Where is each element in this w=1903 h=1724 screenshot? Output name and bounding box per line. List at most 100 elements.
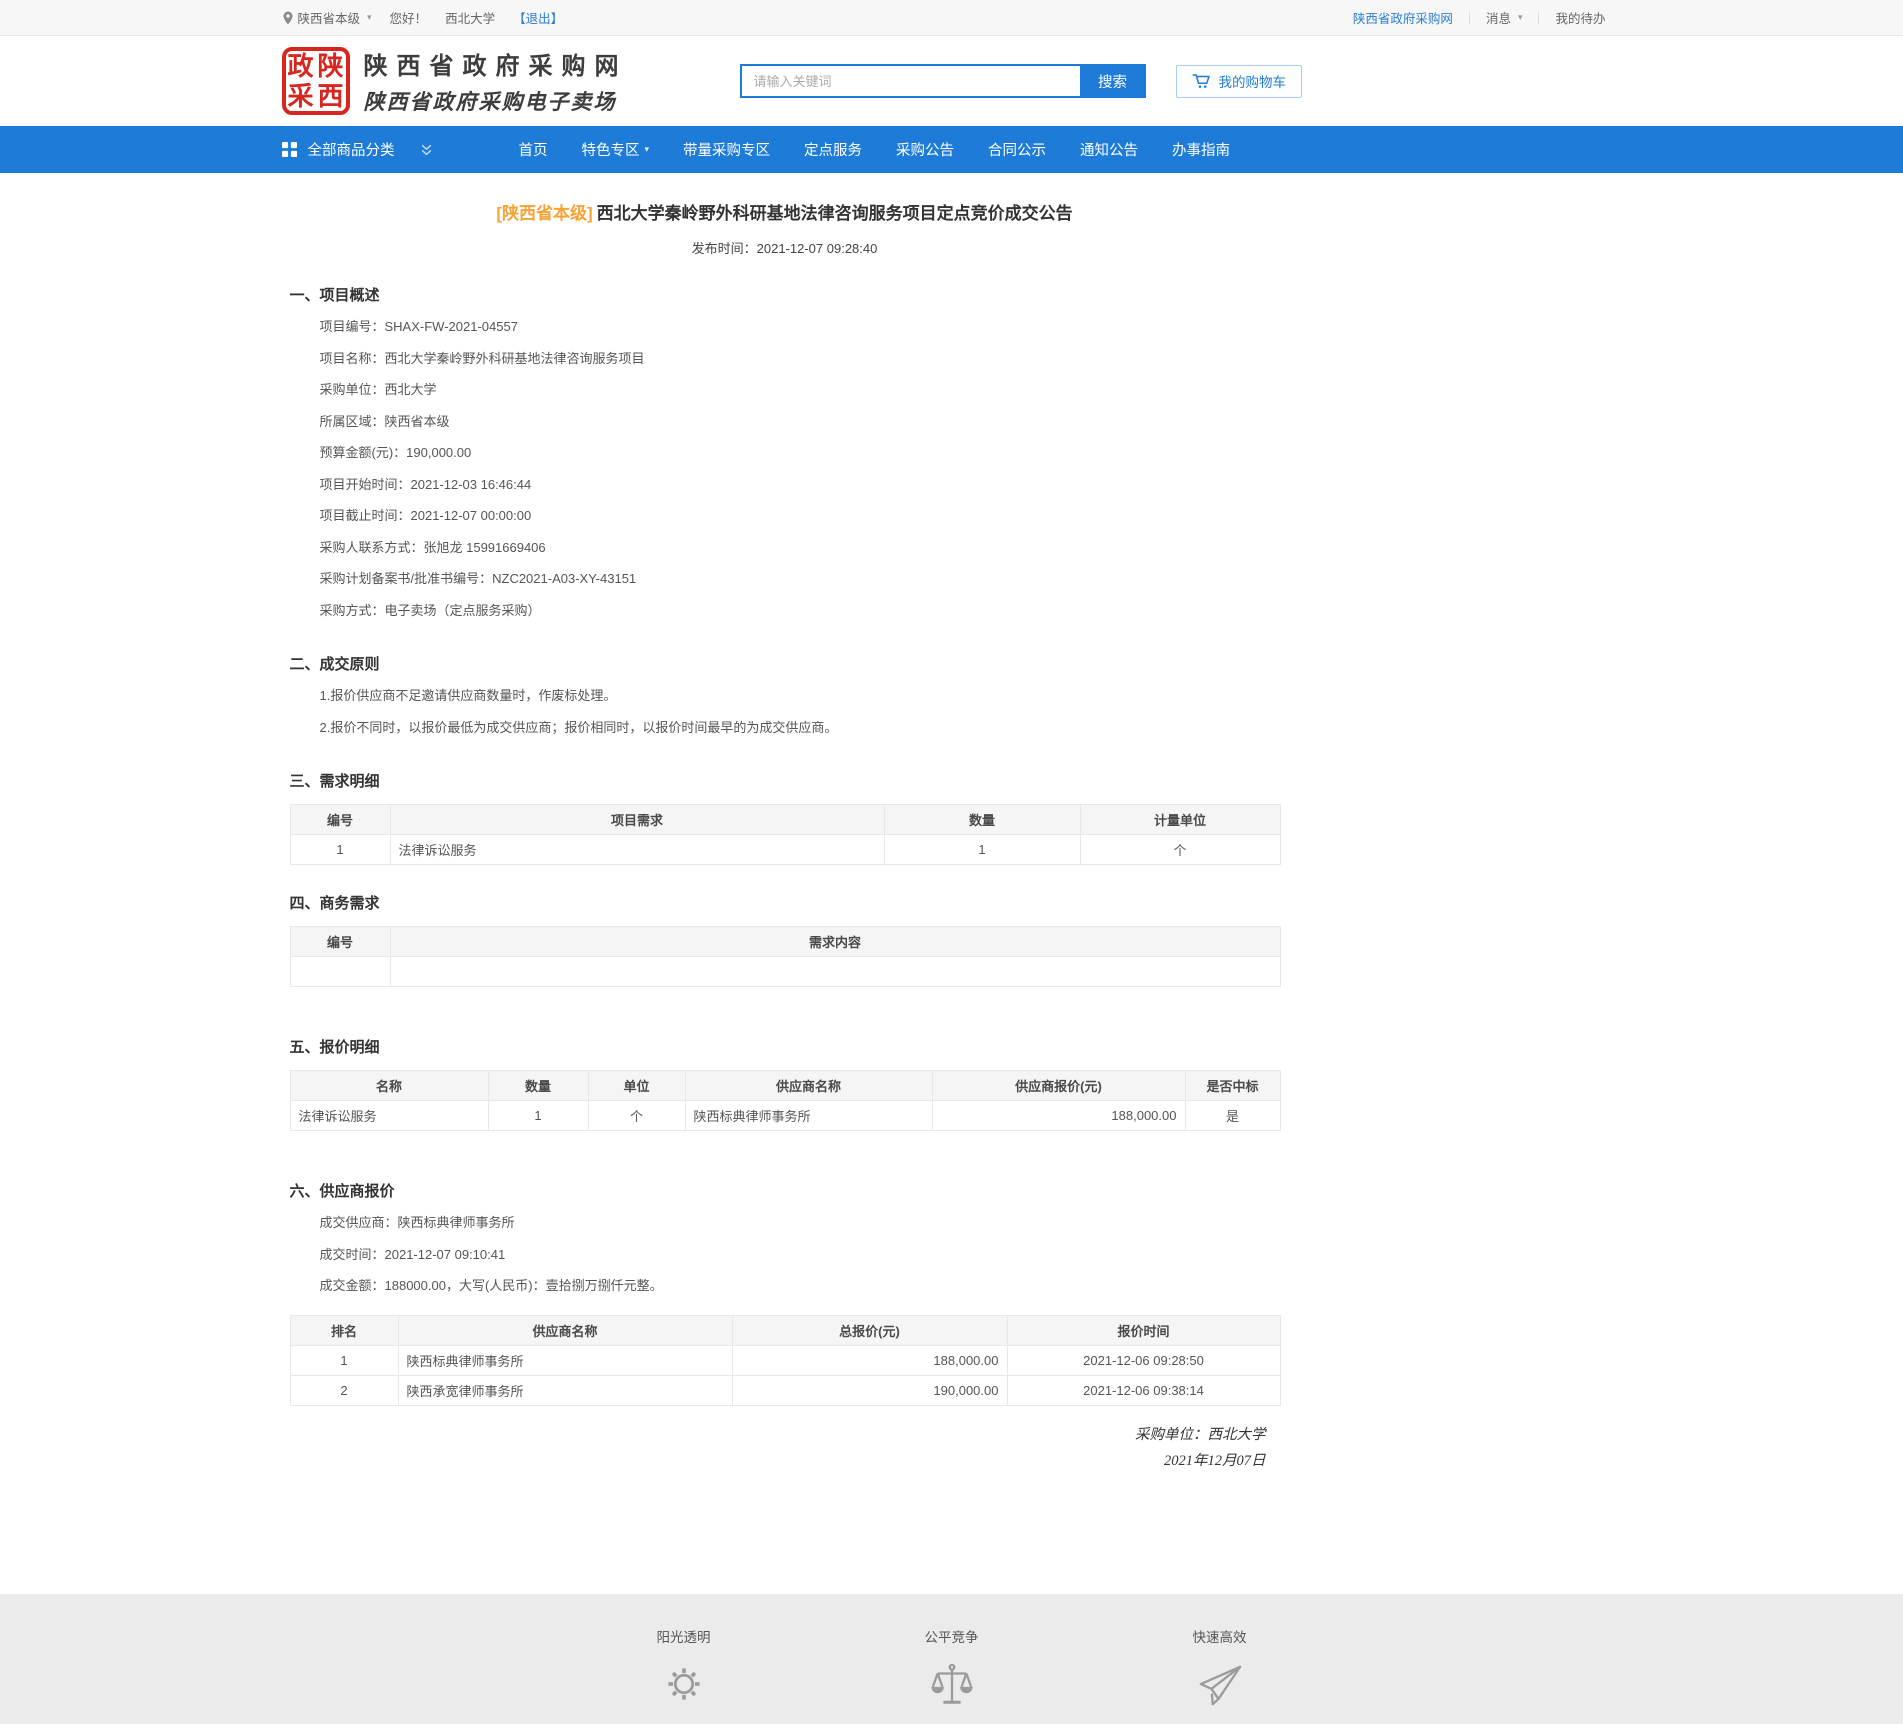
table-row: 法律诉讼服务 1 个 陕西标典律师事务所 188,000.00 是	[290, 1101, 1280, 1131]
field-contact: 采购人联系方式：张旭龙 15991669406	[290, 532, 1280, 564]
nav-item-featured-zone[interactable]: 特色专区 ▾	[565, 126, 667, 173]
nav-item-home[interactable]: 首页	[502, 126, 565, 173]
nav-item-volume-purchase[interactable]: 带量采购专区	[666, 126, 787, 173]
cell: 2021-12-06 09:38:14	[1007, 1375, 1280, 1405]
signature-block: 采购单位：西北大学 2021年12月07日	[290, 1422, 1280, 1474]
brand-title: 陕西省政府采购网	[364, 46, 628, 81]
search-input[interactable]	[740, 64, 1080, 98]
cell: 1	[884, 835, 1080, 865]
region-tag: [陕西省本级]	[496, 204, 592, 223]
cart-button-label: 我的购物车	[1219, 71, 1287, 91]
cell: 190,000.00	[732, 1375, 1007, 1405]
principle-2: 2.报价不同时，以报价最低为成交供应商；报价相同时，以报价时间最早的为成交供应商…	[290, 712, 1280, 744]
col-header: 名称	[290, 1071, 488, 1101]
col-header: 单位	[588, 1071, 685, 1101]
brand-text: 陕西省政府采购网 陕西省政府采购电子卖场	[364, 46, 628, 116]
col-header: 数量	[884, 805, 1080, 835]
page-footer: 阳光透明 公平竞争	[0, 1594, 1903, 1724]
nav-item-contract-publicity[interactable]: 合同公示	[971, 126, 1063, 173]
field-start-time: 项目开始时间：2021-12-03 16:46:44	[290, 469, 1280, 501]
footer-label: 阳光透明	[644, 1626, 724, 1646]
footer-item-transparency: 阳光透明	[644, 1626, 724, 1708]
signature-unit: 采购单位：西北大学	[290, 1422, 1266, 1448]
nav-item-designated-service[interactable]: 定点服务	[787, 126, 879, 173]
cell: 个	[1080, 835, 1280, 865]
brand-subtitle: 陕西省政府采购电子卖场	[364, 86, 628, 116]
footer-item-efficiency: 快速高效	[1180, 1626, 1260, 1708]
greeting-text: 您好！	[390, 8, 428, 27]
col-header: 编号	[290, 805, 390, 835]
cell: 2	[290, 1375, 398, 1405]
cell	[390, 957, 1280, 987]
demand-table: 编号 项目需求 数量 计量单位 1 法律诉讼服务 1 个	[290, 804, 1281, 865]
location-label: 陕西省本级	[298, 8, 361, 27]
page-title: [陕西省本级]西北大学秦岭野外科研基地法律咨询服务项目定点竞价成交公告	[290, 199, 1280, 224]
nav-item-notices[interactable]: 通知公告	[1063, 126, 1155, 173]
search-button[interactable]: 搜索	[1080, 64, 1146, 98]
table-header-row: 编号 项目需求 数量 计量单位	[290, 805, 1280, 835]
double-chevron-down-icon	[420, 143, 433, 157]
cell: 188,000.00	[732, 1345, 1007, 1375]
supplier-quote-table: 排名 供应商名称 总报价(元) 报价时间 1 陕西标典律师事务所 188,000…	[290, 1315, 1281, 1406]
location-pin-icon	[282, 11, 294, 25]
gov-procurement-site-link[interactable]: 陕西省政府采购网	[1337, 8, 1469, 27]
col-header: 项目需求	[390, 805, 884, 835]
cell: 1	[290, 1345, 398, 1375]
col-header: 是否中标	[1185, 1071, 1280, 1101]
cell: 陕西标典律师事务所	[685, 1101, 932, 1131]
cell: 陕西标典律师事务所	[398, 1345, 732, 1375]
col-header: 总报价(元)	[732, 1315, 1007, 1345]
col-header: 需求内容	[390, 927, 1280, 957]
signature-date: 2021年12月07日	[290, 1448, 1266, 1474]
section-heading-principles: 二、成交原则	[290, 653, 1280, 674]
messages-menu[interactable]: 消息 ▾	[1470, 8, 1539, 27]
table-header-row: 名称 数量 单位 供应商名称 供应商报价(元) 是否中标	[290, 1071, 1280, 1101]
logout-link[interactable]: 【退出】	[513, 8, 563, 27]
topbar: 陕西省本级 ▾ 您好！ 西北大学 【退出】 陕西省政府采购网 消息 ▾ 我的待办	[0, 0, 1903, 36]
location-selector[interactable]: 陕西省本级 ▾	[282, 8, 372, 27]
cell: 188,000.00	[932, 1101, 1185, 1131]
cart-icon	[1192, 72, 1211, 90]
todo-link[interactable]: 我的待办	[1539, 8, 1621, 27]
field-purchase-unit: 采购单位：西北大学	[290, 374, 1280, 406]
cell: 法律诉讼服务	[390, 835, 884, 865]
all-categories-label: 全部商品分类	[308, 139, 395, 160]
business-table: 编号 需求内容	[290, 926, 1281, 987]
table-header-row: 编号 需求内容	[290, 927, 1280, 957]
site-logo[interactable]: 政 陕 采 西	[282, 47, 350, 115]
col-header: 排名	[290, 1315, 398, 1345]
field-budget: 预算金额(元)：190,000.00	[290, 437, 1280, 469]
footer-label: 公平竞争	[912, 1626, 992, 1646]
col-header: 供应商名称	[685, 1071, 932, 1101]
section-heading-supplier-quote: 六、供应商报价	[290, 1180, 1280, 1201]
cell: 个	[588, 1101, 685, 1131]
cart-button[interactable]: 我的购物车	[1176, 65, 1303, 98]
paper-plane-icon	[1180, 1662, 1260, 1708]
nav-item-procurement-announcements[interactable]: 采购公告	[879, 126, 971, 173]
field-region: 所属区域：陕西省本级	[290, 406, 1280, 438]
principle-1: 1.报价供应商不足邀请供应商数量时，作废标处理。	[290, 680, 1280, 712]
col-header: 供应商名称	[398, 1315, 732, 1345]
table-row	[290, 957, 1280, 987]
logo-char: 陕	[317, 53, 343, 79]
field-deadline: 项目截止时间：2021-12-07 00:00:00	[290, 500, 1280, 532]
field-plan-no: 采购计划备案书/批准书编号：NZC2021-A03-XY-43151	[290, 563, 1280, 595]
nav-items: 首页 特色专区 ▾ 带量采购专区 定点服务 采购公告 合同公示 通知公告 办事指…	[502, 126, 1248, 173]
cell: 1	[488, 1101, 588, 1131]
messages-label: 消息	[1486, 8, 1511, 27]
search-bar: 搜索	[740, 64, 1146, 98]
footer-item-fair-competition: 公平竞争	[912, 1626, 992, 1708]
announcement-body: [陕西省本级]西北大学秦岭野外科研基地法律咨询服务项目定点竞价成交公告 发布时间…	[290, 173, 1280, 1594]
sun-icon	[644, 1662, 724, 1706]
nav-item-service-guide[interactable]: 办事指南	[1155, 126, 1247, 173]
col-header: 编号	[290, 927, 390, 957]
all-categories-menu[interactable]: 全部商品分类	[282, 139, 468, 160]
field-project-no: 项目编号：SHAX-FW-2021-04557	[290, 311, 1280, 343]
scales-icon	[912, 1662, 992, 1708]
section-heading-overview: 一、项目概述	[290, 284, 1280, 305]
section-heading-demand: 三、需求明细	[290, 770, 1280, 791]
col-header: 计量单位	[1080, 805, 1280, 835]
cell: 是	[1185, 1101, 1280, 1131]
col-header: 数量	[488, 1071, 588, 1101]
logo-char: 政	[287, 53, 313, 79]
